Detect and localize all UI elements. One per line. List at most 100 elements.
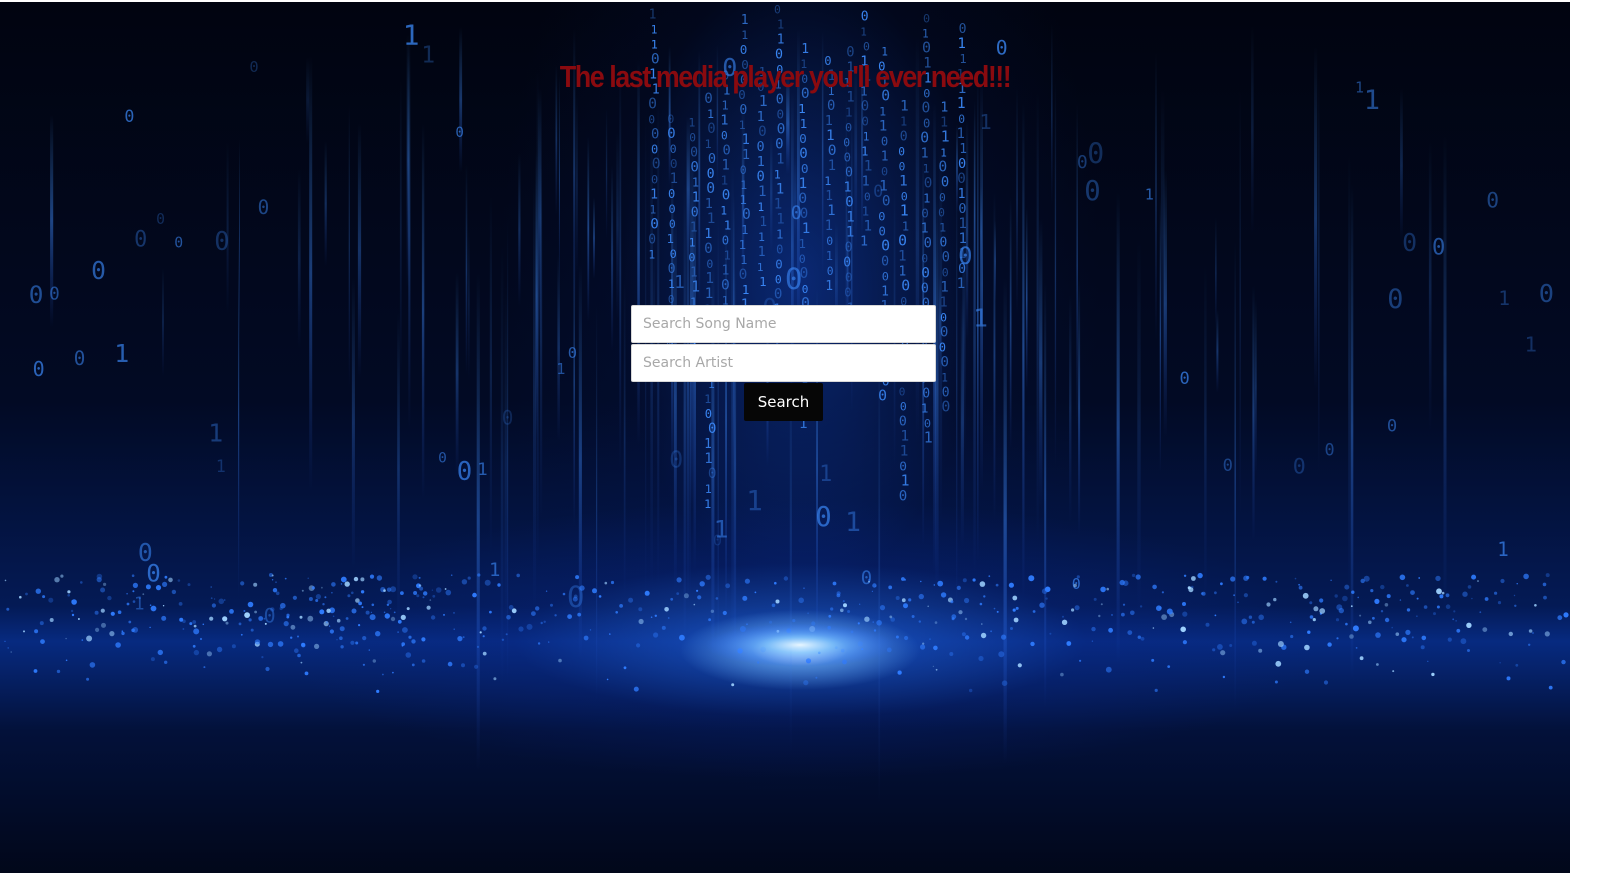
svg-text:1: 1 bbox=[826, 248, 833, 263]
svg-text:1: 1 bbox=[648, 249, 655, 262]
svg-text:0: 0 bbox=[156, 211, 165, 228]
svg-text:1: 1 bbox=[957, 95, 966, 112]
svg-text:1: 1 bbox=[556, 360, 565, 378]
svg-text:0: 0 bbox=[124, 107, 134, 126]
svg-text:0: 0 bbox=[648, 233, 656, 248]
svg-text:1: 1 bbox=[477, 460, 487, 480]
svg-text:0: 0 bbox=[827, 265, 834, 278]
svg-text:0: 0 bbox=[774, 3, 781, 17]
svg-text:0: 0 bbox=[651, 173, 658, 187]
svg-text:0: 0 bbox=[799, 132, 807, 147]
svg-text:1: 1 bbox=[1498, 287, 1510, 310]
svg-text:0: 0 bbox=[670, 247, 677, 261]
svg-text:0: 0 bbox=[667, 112, 674, 126]
svg-text:0: 0 bbox=[881, 165, 888, 179]
svg-text:0: 0 bbox=[864, 191, 871, 204]
svg-text:1: 1 bbox=[674, 273, 685, 293]
svg-text:1: 1 bbox=[860, 235, 868, 250]
svg-text:1: 1 bbox=[739, 238, 747, 253]
svg-text:0: 0 bbox=[777, 122, 786, 138]
svg-text:1: 1 bbox=[689, 237, 696, 250]
svg-text:1: 1 bbox=[939, 221, 946, 235]
svg-text:0: 0 bbox=[959, 22, 967, 37]
svg-text:1: 1 bbox=[757, 155, 765, 170]
svg-text:1: 1 bbox=[801, 42, 809, 57]
svg-text:1: 1 bbox=[777, 33, 785, 48]
svg-text:0: 0 bbox=[258, 196, 270, 219]
svg-text:0: 0 bbox=[688, 251, 695, 265]
svg-text:0: 0 bbox=[1432, 234, 1445, 260]
svg-text:0: 0 bbox=[1077, 152, 1088, 173]
svg-text:1: 1 bbox=[714, 515, 729, 544]
svg-text:0: 0 bbox=[758, 124, 767, 140]
svg-text:0: 0 bbox=[921, 206, 929, 221]
svg-text:1: 1 bbox=[845, 508, 861, 538]
svg-text:0: 0 bbox=[1486, 189, 1499, 214]
svg-text:0: 0 bbox=[707, 121, 715, 137]
svg-text:0: 0 bbox=[669, 202, 676, 216]
svg-text:0: 0 bbox=[438, 450, 447, 466]
svg-text:1: 1 bbox=[742, 283, 750, 298]
svg-text:1: 1 bbox=[900, 99, 909, 115]
svg-text:0: 0 bbox=[957, 171, 966, 187]
svg-text:0: 0 bbox=[689, 132, 696, 145]
svg-text:0: 0 bbox=[801, 162, 809, 177]
svg-text:0: 0 bbox=[739, 267, 748, 283]
svg-text:1: 1 bbox=[959, 142, 967, 157]
svg-text:0: 0 bbox=[1402, 228, 1417, 257]
svg-text:1: 1 bbox=[825, 189, 833, 204]
svg-text:1: 1 bbox=[862, 204, 870, 219]
svg-text:0: 0 bbox=[843, 255, 851, 270]
svg-text:0: 0 bbox=[898, 233, 907, 250]
svg-text:1: 1 bbox=[722, 158, 730, 174]
song-name-input[interactable] bbox=[631, 305, 936, 343]
svg-text:1: 1 bbox=[827, 203, 835, 219]
svg-text:1: 1 bbox=[758, 245, 766, 260]
svg-text:0: 0 bbox=[1180, 369, 1190, 389]
svg-text:1: 1 bbox=[739, 118, 746, 132]
svg-text:1: 1 bbox=[845, 105, 853, 120]
svg-text:1: 1 bbox=[881, 46, 888, 59]
svg-text:1: 1 bbox=[824, 174, 831, 188]
svg-text:1: 1 bbox=[799, 176, 808, 192]
svg-text:1: 1 bbox=[704, 437, 712, 452]
svg-text:1: 1 bbox=[941, 129, 950, 146]
svg-text:0: 0 bbox=[996, 37, 1008, 60]
svg-text:1: 1 bbox=[828, 158, 836, 174]
svg-text:1: 1 bbox=[776, 227, 783, 242]
svg-text:1: 1 bbox=[846, 224, 855, 240]
svg-text:0: 0 bbox=[920, 130, 929, 147]
svg-text:0: 0 bbox=[827, 98, 835, 114]
svg-text:0: 0 bbox=[722, 234, 729, 248]
svg-text:0: 0 bbox=[740, 163, 747, 177]
svg-text:1: 1 bbox=[958, 187, 966, 202]
svg-text:0: 0 bbox=[651, 127, 659, 143]
svg-text:1: 1 bbox=[691, 279, 700, 296]
svg-text:0: 0 bbox=[846, 44, 854, 60]
svg-text:0: 0 bbox=[958, 113, 965, 126]
svg-text:1: 1 bbox=[690, 221, 698, 236]
svg-text:1: 1 bbox=[924, 429, 933, 447]
svg-text:0: 0 bbox=[708, 421, 716, 437]
svg-text:0: 0 bbox=[785, 262, 803, 296]
svg-text:1: 1 bbox=[958, 216, 967, 232]
artist-input[interactable] bbox=[631, 344, 936, 382]
svg-text:0: 0 bbox=[924, 236, 932, 252]
svg-text:1: 1 bbox=[720, 205, 727, 218]
svg-text:0: 0 bbox=[1539, 279, 1554, 308]
svg-text:1: 1 bbox=[901, 473, 910, 490]
svg-text:1: 1 bbox=[940, 280, 949, 296]
svg-text:1: 1 bbox=[759, 274, 766, 289]
svg-text:1: 1 bbox=[863, 131, 870, 144]
svg-text:0: 0 bbox=[878, 210, 885, 224]
svg-text:0: 0 bbox=[777, 107, 785, 122]
svg-text:0: 0 bbox=[939, 192, 946, 205]
svg-text:1: 1 bbox=[741, 28, 748, 42]
svg-text:1: 1 bbox=[900, 115, 907, 129]
svg-text:0: 0 bbox=[668, 187, 675, 201]
svg-text:0: 0 bbox=[958, 156, 966, 172]
search-button[interactable]: Search bbox=[744, 383, 823, 421]
svg-text:0: 0 bbox=[1387, 284, 1403, 315]
svg-text:0: 0 bbox=[1293, 454, 1306, 479]
svg-text:0: 0 bbox=[861, 114, 869, 129]
